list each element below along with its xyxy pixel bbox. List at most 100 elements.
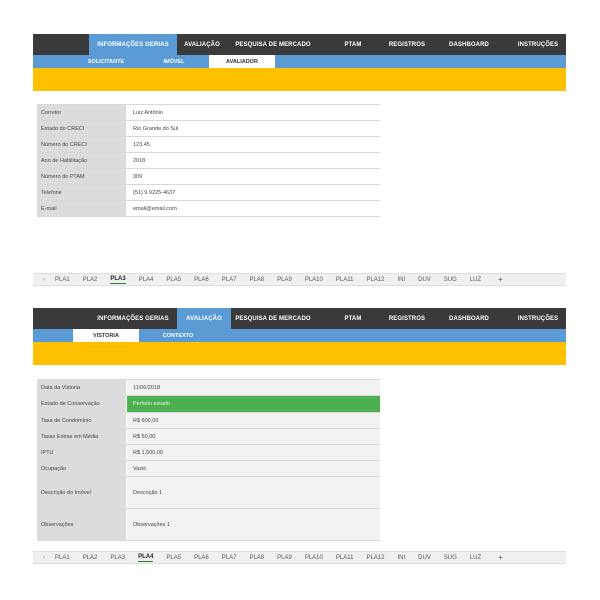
nav-tab-avaliacao[interactable]: AVALIAÇÃO bbox=[177, 308, 231, 329]
field-label: IPTU bbox=[37, 445, 127, 460]
add-sheet-icon[interactable]: + bbox=[498, 553, 503, 562]
sheet-tab-pla6[interactable]: PLA6 bbox=[194, 277, 209, 283]
header-band bbox=[33, 342, 566, 365]
sub-tab-contexto[interactable]: CONTEXTO bbox=[161, 329, 195, 342]
field-value-numero-ptam[interactable]: 309 bbox=[127, 169, 380, 184]
sheet-tab-pla10[interactable]: PLA10 bbox=[305, 277, 323, 283]
sheet-tab-pla2[interactable]: PLA2 bbox=[83, 555, 98, 561]
sheet-tab-luz[interactable]: LUZ bbox=[470, 555, 481, 561]
prev-sheet-arrow-icon[interactable]: ‹ bbox=[33, 555, 55, 561]
field-value-numero-creci[interactable]: 123.45 bbox=[127, 137, 380, 152]
sheet-tab-pla9[interactable]: PLA9 bbox=[277, 277, 292, 283]
table-row: E-mail email@email.com bbox=[37, 201, 380, 217]
field-label: Ano de Habilitação bbox=[37, 153, 127, 168]
nav-tab-ptam[interactable]: PTAM bbox=[333, 34, 373, 55]
nav-tab-instrucoes[interactable]: INSTRUÇÕES bbox=[513, 308, 563, 329]
main-nav: INFORMAÇÕES GERIAS AVALIAÇÃO PESQUISA DE… bbox=[33, 308, 566, 329]
sub-tab-solicitante[interactable]: SOLICITANTE bbox=[88, 55, 124, 68]
field-value-taxa-condominio[interactable]: R$ 600,00 bbox=[127, 413, 380, 428]
sub-tab-imovel[interactable]: IMÓVEL bbox=[161, 55, 187, 68]
sub-tab-avaliador[interactable]: AVALIADOR bbox=[209, 55, 275, 68]
sheet-tab-pla12[interactable]: PLA12 bbox=[366, 555, 384, 561]
sheet-tab-pla7[interactable]: PLA7 bbox=[222, 277, 237, 283]
sheet-tab-pla1[interactable]: PLA1 bbox=[55, 277, 70, 283]
field-value-estado-conservacao[interactable]: Perfeito estado bbox=[127, 396, 380, 412]
table-row: Taxa de Condomínio R$ 600,00 bbox=[37, 413, 380, 429]
field-value-ocupacao[interactable]: Vazio bbox=[127, 461, 380, 476]
sheet-tab-pla5[interactable]: PLA5 bbox=[166, 555, 181, 561]
sheet-tab-pla3[interactable]: PLA3 bbox=[110, 276, 126, 284]
nav-tab-informacoes-gerais[interactable]: INFORMAÇÕES GERIAS bbox=[89, 34, 177, 55]
table-row: Descrição do Imóvel Descrição 1 bbox=[37, 477, 380, 509]
sheet-tab-pla1[interactable]: PLA1 bbox=[55, 555, 70, 561]
sheet-tab-pla4[interactable]: PLA4 bbox=[138, 554, 154, 562]
sheet-tab-pla2[interactable]: PLA2 bbox=[83, 277, 98, 283]
table-row: Telefone (51) 9 9225-4637 bbox=[37, 185, 380, 201]
nav-tab-dashboard[interactable]: DASHBOARD bbox=[447, 308, 491, 329]
field-label: Observações bbox=[37, 509, 127, 540]
sub-nav: VISTORIA CONTEXTO bbox=[33, 329, 566, 342]
sheet-tab-duv[interactable]: DUV bbox=[418, 277, 431, 283]
sheet-tab-pla12[interactable]: PLA12 bbox=[366, 277, 384, 283]
field-value-telefone[interactable]: (51) 9 9225-4637 bbox=[127, 185, 380, 200]
field-value-email[interactable]: email@email.com bbox=[127, 201, 380, 216]
sheet-tab-pla8[interactable]: PLA8 bbox=[249, 555, 264, 561]
table-row: Ano de Habilitação 2018 bbox=[37, 153, 380, 169]
form-panel-avaliador: INFORMAÇÕES GERIAS AVALIAÇÃO PESQUISA DE… bbox=[33, 34, 566, 217]
sheet-tab-ini[interactable]: INI bbox=[397, 277, 405, 283]
nav-tab-avaliacao[interactable]: AVALIAÇÃO bbox=[183, 34, 221, 55]
sheet-tab-ini[interactable]: INI bbox=[397, 555, 405, 561]
field-value-data-vistoria[interactable]: 11/06/2018 bbox=[127, 380, 380, 395]
field-label: Ocupação bbox=[37, 461, 127, 476]
field-value-iptu[interactable]: R$ 1.500,00 bbox=[127, 445, 380, 460]
sheet-tab-pla5[interactable]: PLA5 bbox=[166, 277, 181, 283]
nav-tab-informacoes-gerais[interactable]: INFORMAÇÕES GERIAS bbox=[89, 308, 177, 329]
sheet-tab-pla4[interactable]: PLA4 bbox=[139, 277, 154, 283]
nav-tab-ptam[interactable]: PTAM bbox=[333, 308, 373, 329]
nav-tab-registros[interactable]: REGISTROS bbox=[385, 34, 429, 55]
field-value-corretor[interactable]: Luiz Antônio bbox=[127, 105, 380, 120]
field-value-descricao-imovel[interactable]: Descrição 1 bbox=[127, 477, 380, 508]
add-sheet-icon[interactable]: + bbox=[498, 275, 503, 284]
field-label: Taxa de Condomínio bbox=[37, 413, 127, 428]
nav-tab-dashboard[interactable]: DASHBOARD bbox=[447, 34, 491, 55]
table-row: Número do CRECI 123.45 bbox=[37, 137, 380, 153]
field-value-ano-habilitacao[interactable]: 2018 bbox=[127, 153, 380, 168]
sheet-tab-pla10[interactable]: PLA10 bbox=[305, 555, 323, 561]
sheet-tab-pla7[interactable]: PLA7 bbox=[222, 555, 237, 561]
sheet-tab-pla9[interactable]: PLA9 bbox=[277, 555, 292, 561]
nav-tab-registros[interactable]: REGISTROS bbox=[385, 308, 429, 329]
field-value-taxas-extras[interactable]: R$ 50,00 bbox=[127, 429, 380, 444]
field-value-observacoes[interactable]: Observações 1 bbox=[127, 509, 380, 540]
nav-tab-instrucoes[interactable]: INSTRUÇÕES bbox=[513, 34, 563, 55]
field-label: Estado de Conservação bbox=[37, 396, 127, 412]
field-label: Descrição do Imóvel bbox=[37, 477, 127, 508]
field-label: Número do PTAM bbox=[37, 169, 127, 184]
nav-tab-pesquisa-de-mercado[interactable]: PESQUISA DE MERCADO bbox=[233, 308, 313, 329]
sheet-tab-pla11[interactable]: PLA11 bbox=[336, 555, 354, 561]
sheet-tab-duv[interactable]: DUV bbox=[418, 555, 431, 561]
nav-tab-pesquisa-de-mercado[interactable]: PESQUISA DE MERCADO bbox=[233, 34, 313, 55]
table-row: Observações Observações 1 bbox=[37, 509, 380, 541]
sheet-tab-luz[interactable]: LUZ bbox=[470, 277, 481, 283]
sheet-tab-sug[interactable]: SUG bbox=[444, 277, 457, 283]
table-row: Data da Vistoria 11/06/2018 bbox=[37, 380, 380, 396]
prev-sheet-arrow-icon[interactable]: ‹ bbox=[33, 277, 55, 283]
table-row: Corretor Luiz Antônio bbox=[37, 105, 380, 121]
sheet-tab-pla11[interactable]: PLA11 bbox=[336, 277, 354, 283]
sheet-tab-pla3[interactable]: PLA3 bbox=[110, 555, 125, 561]
field-value-estado-creci[interactable]: Rio Grande do Sul bbox=[127, 121, 380, 136]
vistoria-table: Data da Vistoria 11/06/2018 Estado de Co… bbox=[37, 379, 380, 541]
sheet-tab-pla8[interactable]: PLA8 bbox=[249, 277, 264, 283]
avaliador-table: Corretor Luiz Antônio Estado do CRECI Ri… bbox=[37, 104, 380, 217]
sub-tab-vistoria[interactable]: VISTORIA bbox=[73, 329, 139, 342]
field-label: Estado do CRECI bbox=[37, 121, 127, 136]
table-row: Estado do CRECI Rio Grande do Sul bbox=[37, 121, 380, 137]
header-band bbox=[33, 68, 566, 91]
sheet-tab-sug[interactable]: SUG bbox=[444, 555, 457, 561]
sheet-tab-pla6[interactable]: PLA6 bbox=[194, 555, 209, 561]
field-label: Data da Vistoria bbox=[37, 380, 127, 395]
table-row: IPTU R$ 1.500,00 bbox=[37, 445, 380, 461]
form-panel-vistoria: INFORMAÇÕES GERIAS AVALIAÇÃO PESQUISA DE… bbox=[33, 308, 566, 541]
field-label: Telefone bbox=[37, 185, 127, 200]
